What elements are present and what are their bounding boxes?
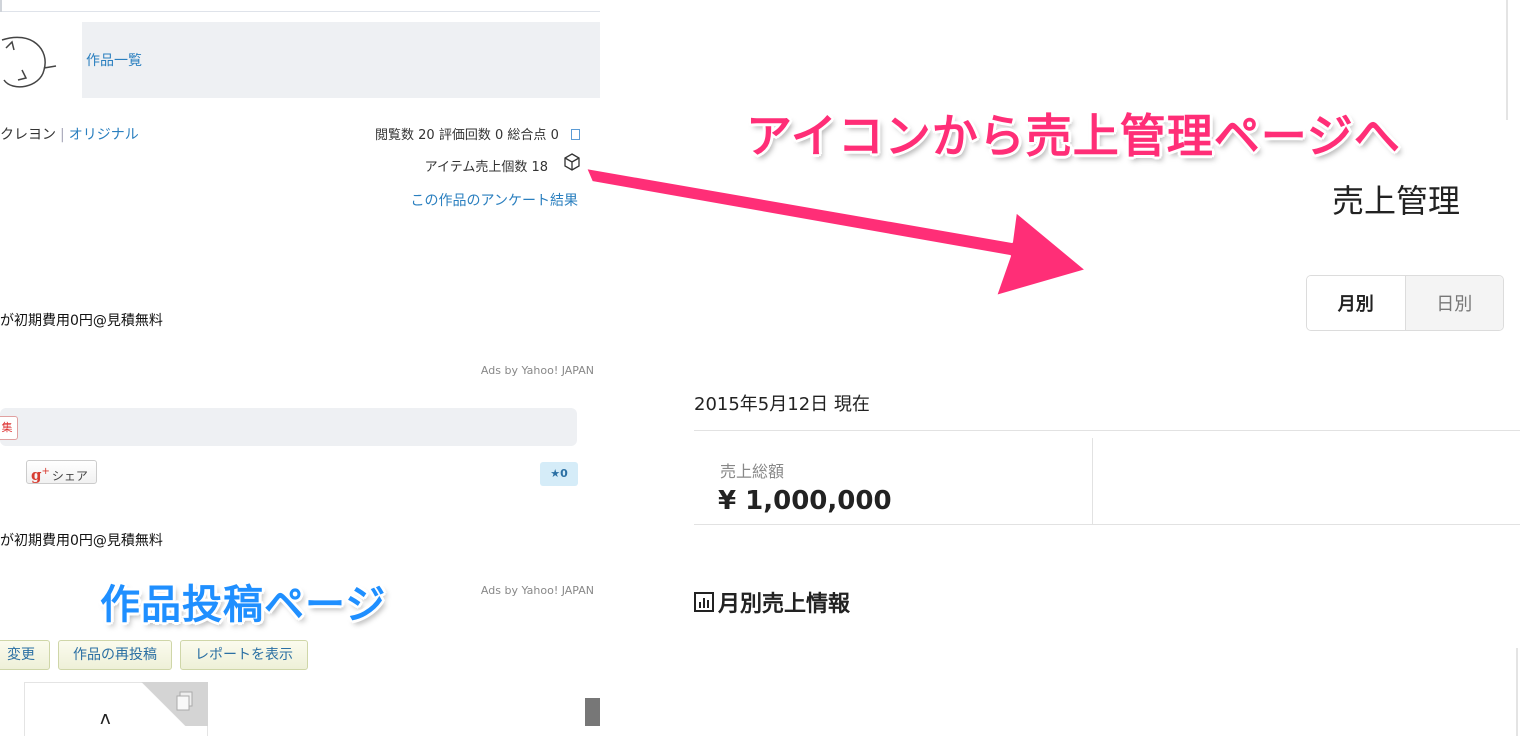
- right-caption: アイコンから売上管理ページへ: [746, 109, 1401, 163]
